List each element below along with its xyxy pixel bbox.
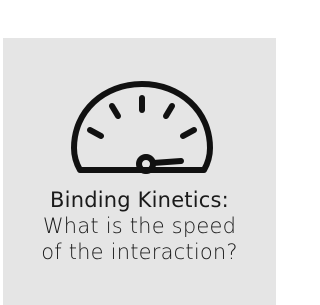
speedometer-icon <box>68 78 216 178</box>
card-body-line-2: of the interaction? <box>41 240 238 264</box>
info-card: Binding Kinetics: What is the speed of t… <box>3 38 276 305</box>
card-body-line-1: What is the speed <box>42 214 237 238</box>
card-title: Binding Kinetics: <box>50 188 229 212</box>
card-caption: Binding Kinetics: What is the speed of t… <box>3 187 276 265</box>
